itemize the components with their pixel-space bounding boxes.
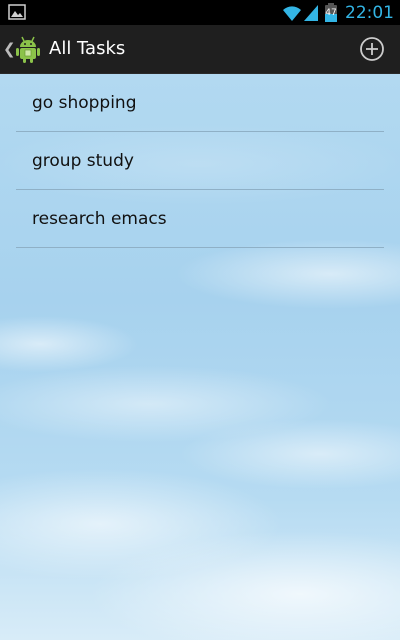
list-item[interactable]: research emacs	[16, 190, 384, 248]
android-icon[interactable]	[14, 34, 42, 64]
task-list-container: go shopping group study research emacs	[0, 74, 400, 640]
action-bar: ❮ All Tasks	[0, 25, 400, 74]
list-item[interactable]: group study	[16, 132, 384, 190]
page-title: All Tasks	[49, 38, 126, 59]
status-icons: 47 22:01	[282, 0, 394, 25]
task-label: group study	[32, 150, 134, 171]
add-circle-icon	[360, 37, 384, 61]
task-label: research emacs	[32, 208, 167, 229]
signal-icon	[304, 4, 318, 21]
task-list: go shopping group study research emacs	[16, 74, 384, 248]
add-task-button[interactable]	[354, 31, 390, 67]
clock: 22:01	[345, 2, 394, 23]
wifi-icon	[283, 5, 301, 21]
status-bar: 47 22:01	[0, 0, 400, 25]
battery-icon: 47	[324, 2, 338, 23]
list-item[interactable]: go shopping	[16, 74, 384, 132]
battery-percent: 47	[325, 7, 337, 18]
task-label: go shopping	[32, 92, 137, 113]
image-icon	[8, 4, 26, 20]
